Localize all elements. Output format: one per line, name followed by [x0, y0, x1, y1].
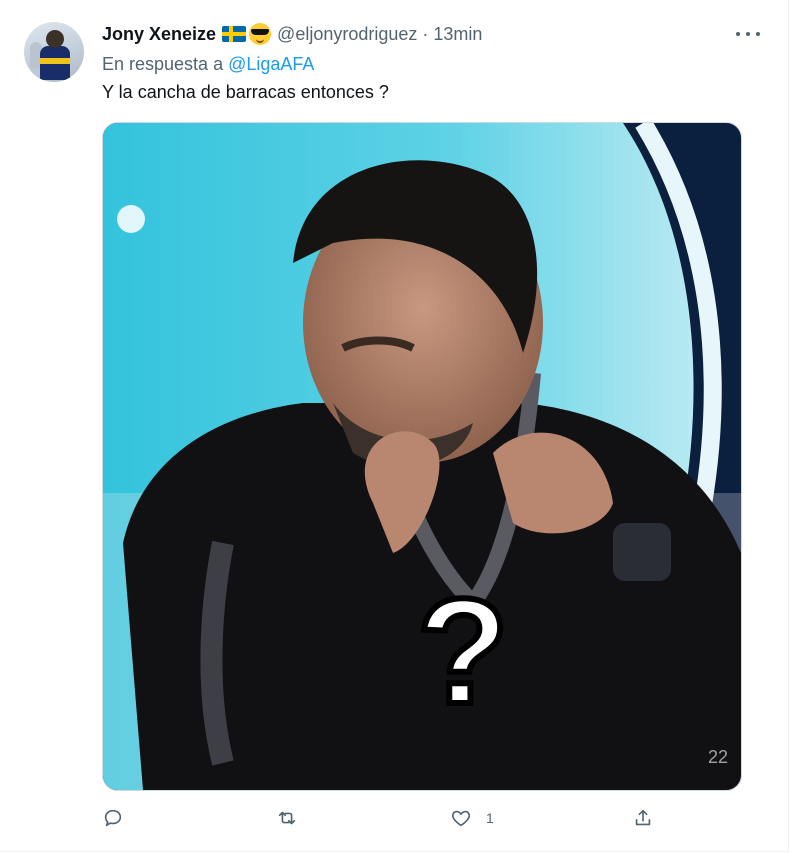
- tweet-media-image[interactable]: ? 22: [102, 122, 742, 791]
- share-button[interactable]: [632, 806, 654, 830]
- question-mark-overlay: ?: [417, 567, 509, 735]
- avatar-head: [46, 30, 64, 48]
- retweet-icon: [278, 811, 296, 825]
- reply-icon: [104, 809, 122, 827]
- tweet-text: Y la cancha de barracas entonces ?: [102, 82, 389, 102]
- more-icon[interactable]: [736, 24, 760, 44]
- avatar[interactable]: [24, 22, 84, 82]
- wristwatch: [613, 523, 671, 581]
- more-dot: [736, 32, 740, 36]
- reply-prefix: En respuesta a: [102, 54, 224, 74]
- tweet-card[interactable]: Jony Xeneize @eljonyrodriguez · 13min En…: [0, 0, 789, 852]
- tweet-actions: 1: [102, 806, 662, 830]
- sunglasses-emoji: [249, 23, 272, 45]
- sunglasses-glasses: [251, 29, 270, 35]
- like-button[interactable]: 1: [450, 806, 494, 830]
- tv-watermark: 22: [708, 747, 728, 767]
- separator-dot: ·: [422, 23, 429, 44]
- reply-button[interactable]: [102, 806, 138, 830]
- reply-context: En respuesta a @LigaAFA: [102, 54, 314, 75]
- media-illustration: ? 22: [103, 123, 741, 790]
- retweet-button[interactable]: [276, 806, 312, 830]
- author-name[interactable]: Jony Xeneize: [102, 24, 216, 45]
- more-dot: [756, 32, 760, 36]
- like-icon: [451, 810, 471, 827]
- share-icon: [635, 809, 651, 826]
- more-dot: [746, 32, 750, 36]
- studio-light: [117, 205, 145, 233]
- author-handle[interactable]: @eljonyrodriguez: [277, 24, 417, 45]
- sunglasses-mouth: [256, 38, 265, 43]
- like-count: 1: [486, 810, 494, 826]
- tweet-header: Jony Xeneize @eljonyrodriguez · 13min: [102, 23, 482, 45]
- avatar-shirt-stripe: [40, 58, 70, 64]
- tweet-timestamp[interactable]: 13min: [433, 24, 482, 45]
- sweater-trim-left: [200, 540, 234, 766]
- reply-mention-link[interactable]: @LigaAFA: [228, 54, 314, 74]
- sweden-flag-emoji: [222, 26, 247, 42]
